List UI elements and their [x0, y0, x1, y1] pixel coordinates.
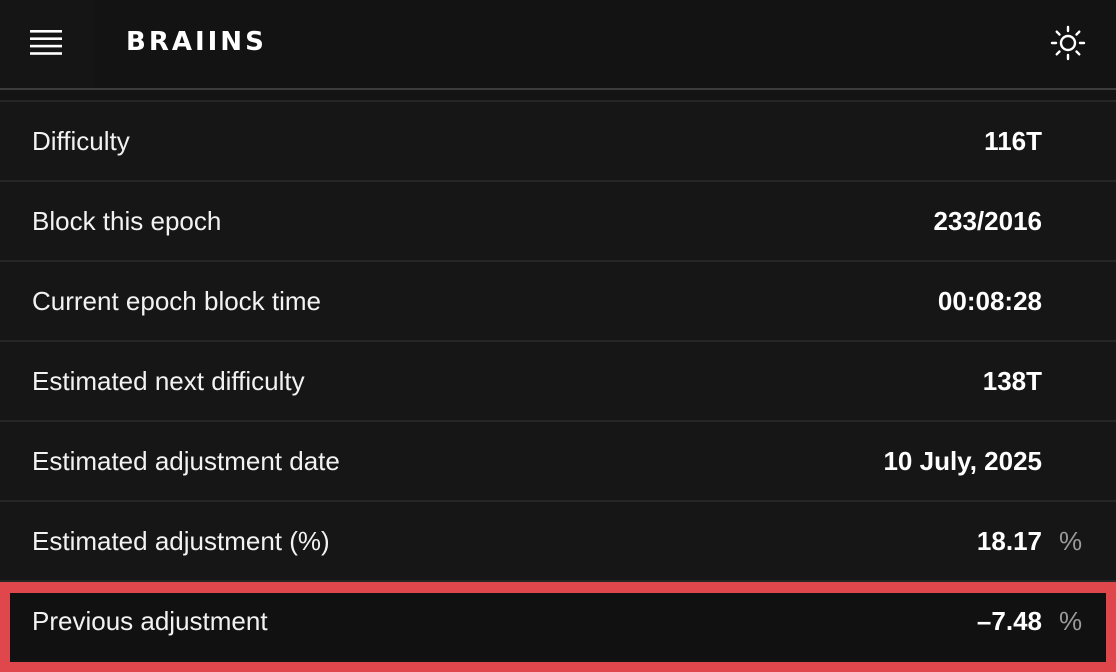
stat-label: Previous adjustment [32, 606, 268, 636]
stat-value: 233/2016 [933, 206, 1042, 236]
stat-label: Block this epoch [32, 206, 222, 236]
menu-cell [0, 0, 94, 88]
stat-value: –7.48 [976, 606, 1042, 636]
stat-label: Current epoch block time [32, 286, 322, 316]
difficulty-stats-list: Difficulty 116T Block this epoch 233/201… [0, 102, 1116, 660]
stat-value: 10 July, 2025 [883, 446, 1042, 476]
stat-value: 138T [982, 366, 1042, 396]
stat-row-estimated-adjustment-percent: Estimated adjustment (%) 18.17 % [0, 502, 1116, 582]
stat-label: Estimated adjustment date [32, 446, 340, 476]
sun-icon[interactable] [1050, 25, 1086, 61]
stat-label: Difficulty [32, 126, 130, 156]
top-bar: BRAIINS [0, 0, 1116, 90]
stat-row-previous-adjustment: Previous adjustment –7.48 % [0, 582, 1116, 660]
braiins-logo[interactable]: BRAIINS [126, 26, 267, 58]
stat-value: 116T [984, 126, 1042, 156]
stat-value: 18.17 [976, 526, 1042, 556]
stat-label: Estimated adjustment (%) [32, 526, 330, 556]
percent-unit: % [1059, 606, 1083, 636]
stat-label: Estimated next difficulty [32, 366, 305, 396]
stat-value: 00:08:28 [937, 286, 1042, 316]
hamburger-menu-icon[interactable] [30, 30, 62, 55]
percent-unit: % [1059, 526, 1083, 556]
logo-text: BRAIINS [126, 27, 267, 57]
stat-row-estimated-next-difficulty: Estimated next difficulty 138T [0, 342, 1116, 422]
stat-row-current-epoch-block-time: Current epoch block time 00:08:28 [0, 262, 1116, 342]
stat-row-estimated-adjustment-date: Estimated adjustment date 10 July, 2025 [0, 422, 1116, 502]
stat-row-block-this-epoch: Block this epoch 233/2016 [0, 182, 1116, 262]
stat-row-difficulty: Difficulty 116T [0, 102, 1116, 182]
